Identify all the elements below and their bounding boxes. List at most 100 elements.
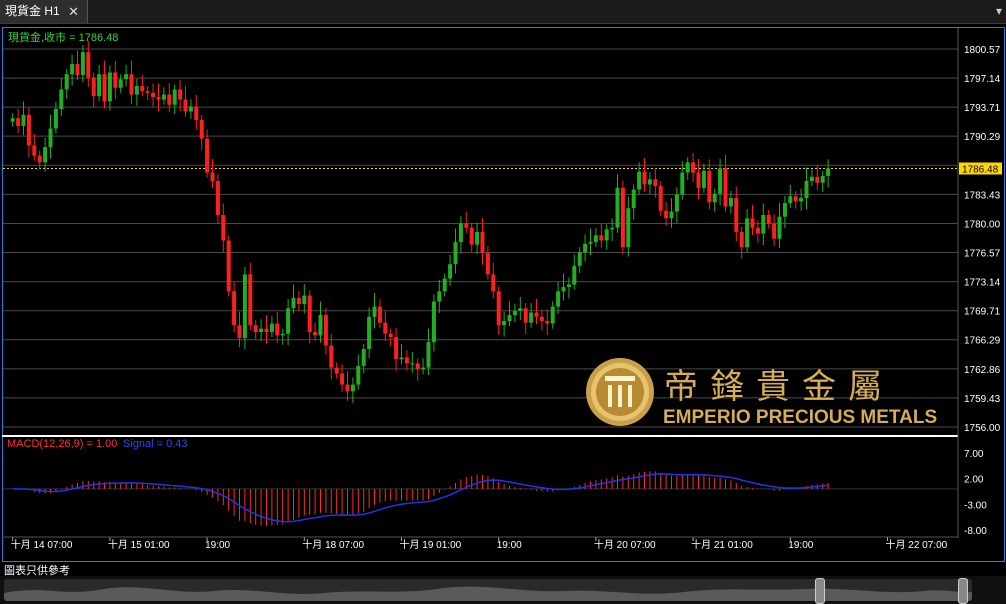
candle-body [43,147,48,163]
candle-body [118,79,123,88]
candle-body [556,291,561,307]
candle-body [799,198,804,202]
macd-tick-label: -8.00 [964,526,987,537]
candle-body [32,145,37,156]
price-legend: 現貨金,收市 = 1786.48 [8,30,118,44]
candle-body [145,91,150,93]
candle-body [318,315,323,336]
candle-body [329,345,334,368]
candle-body [426,342,431,368]
candle-body [394,337,399,360]
candle-body [761,214,766,234]
candle-body [377,306,382,323]
candle-body [404,357,409,364]
scroll-handle-left[interactable] [815,578,825,604]
candle-body [696,172,701,188]
time-tick-label: 十月 20 07:00 [594,538,656,551]
candle-body [334,367,339,374]
candle-body [658,186,663,211]
candle-body [561,287,566,292]
candle-body [102,74,107,102]
emperio-logo: 帝鋒貴金屬 EMPERIO PRECIOUS METALS [586,358,937,428]
candle-body [512,310,517,316]
time-tick-label: 十月 15 01:00 [108,538,170,551]
candle-body [221,214,226,241]
candle-body [620,187,625,248]
candle-body [226,240,231,292]
candle-body [161,94,166,100]
candle-body [712,193,717,203]
logo-english-text: EMPERIO PRECIOUS METALS [663,407,937,428]
candle-body [205,138,210,173]
candle-body [248,274,253,326]
chart-canvas: 1800.571797.141793.711790.291786.861783.… [2,28,1002,551]
price-tick-label: 1790.29 [964,132,1001,143]
price-tick-label: 1800.57 [964,45,1001,56]
candle-body [750,218,755,228]
candle-body [183,99,188,112]
candle-body [253,325,258,333]
candle-body [350,384,355,392]
price-tick-label: 1769.71 [964,307,1001,318]
candle-body [97,74,102,97]
candle-body [523,308,528,323]
candle-body [631,189,636,209]
candle-body [593,235,598,243]
price-tick-label: 1762.86 [964,365,1001,376]
candle-body [815,176,820,183]
candle-body [610,227,615,230]
candle-body [91,77,96,97]
macd-legend: MACD(12,26,9) = 1.00 [7,438,117,450]
last-price-label: 1786.48 [962,164,999,175]
price-tick-label: 1756.00 [964,423,1001,434]
candle-body [642,171,647,185]
candle-body [269,323,274,333]
candle-body [124,74,129,80]
candle-body [275,323,280,336]
axes: 1800.571797.141793.711790.291786.861783.… [11,45,1002,551]
candle-body [442,278,447,292]
price-tick-label: 1780.00 [964,219,1001,230]
candle-body [48,128,53,148]
candle-body [475,231,480,245]
candle-body [615,187,620,228]
candle-body [431,301,436,343]
scroll-track[interactable] [4,579,972,601]
candle-body [745,218,750,248]
price-tick-label: 1793.71 [964,103,1001,114]
candle-body [502,320,507,326]
chart-scrollbar[interactable] [0,576,1006,604]
candle-body [491,274,496,292]
candle-body [399,357,404,360]
candle-body [664,210,669,219]
time-tick-label: 19:00 [497,540,522,551]
candle-body [340,373,345,385]
candle-body [16,118,21,126]
candle-body [437,291,442,302]
time-tick-label: 19:00 [788,540,813,551]
candle-body [772,223,777,239]
candle-body [59,89,64,109]
candle-body [156,97,161,100]
candle-body [296,298,301,305]
candle-body [367,316,372,349]
candle-body [26,114,31,146]
candle-body [86,52,91,78]
candle-body [545,320,550,324]
candle-body [421,367,426,370]
candle-body [188,106,193,112]
price-tick-label: 1783.43 [964,190,1001,201]
candle-body [539,316,544,321]
candle-body [307,295,312,333]
candle-body [151,92,156,98]
candle-body [707,170,712,203]
candle-body [415,363,420,370]
signal-legend: Signal = 0.43 [123,438,188,450]
candle-body [669,211,674,219]
candle-body [134,86,139,95]
scroll-handle-right[interactable] [958,578,968,604]
candle-body [529,312,534,323]
time-tick-label: 十月 22 07:00 [886,538,948,551]
candle-body [826,168,831,176]
candle-body [215,181,220,215]
